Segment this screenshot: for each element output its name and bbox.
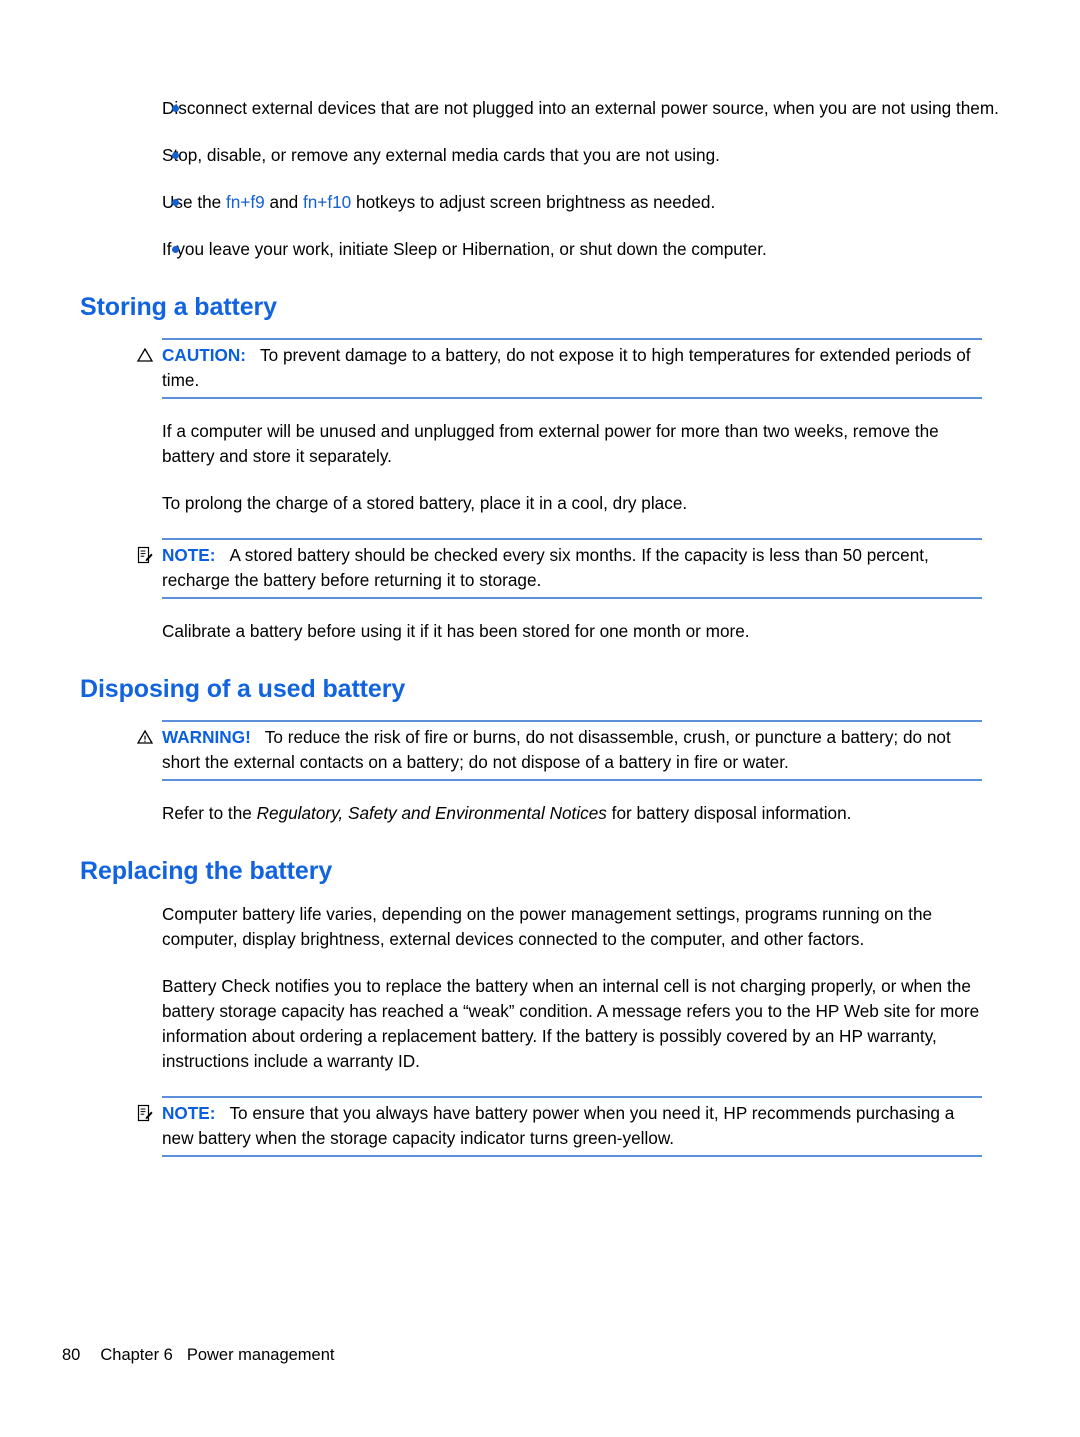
- section-storing-a-battery: Storing a battery: [80, 292, 1000, 322]
- note-admonition: NOTE: To ensure that you always have batt…: [80, 1096, 1000, 1157]
- caution-text: To prevent damage to a battery, do not e…: [162, 345, 971, 390]
- body-paragraph: Calibrate a battery before using it if i…: [162, 621, 750, 641]
- section-heading: Storing a battery: [80, 293, 277, 321]
- note-label: NOTE:: [162, 545, 216, 565]
- list-item: Use the fn+f9 and fn+f10 hotkeys to adju…: [80, 190, 1000, 215]
- admonition-rule-bottom: [162, 779, 982, 781]
- chapter-title: Power management: [186, 1346, 335, 1364]
- caution-label: CAUTION:: [162, 345, 247, 365]
- hotkey-text-mid: and: [264, 192, 303, 212]
- caution-triangle-icon: [135, 345, 155, 365]
- note-pad-pencil-icon: [135, 1103, 155, 1123]
- section-replacing-the-battery: Replacing the battery: [80, 856, 1000, 886]
- bullet-dot-icon: [172, 246, 179, 253]
- note-label: NOTE:: [162, 1103, 216, 1123]
- note-text: A stored battery should be checked every…: [162, 545, 929, 590]
- referenced-document-title: Regulatory, Safety and Environmental Not…: [256, 803, 607, 823]
- list-item-text: If you leave your work, initiate Sleep o…: [162, 239, 767, 259]
- warning-triangle-icon: [135, 727, 155, 747]
- list-item-text: Disconnect external devices that are not…: [162, 98, 999, 118]
- note-pad-pencil-icon: [135, 545, 155, 565]
- section-heading: Disposing of a used battery: [80, 675, 406, 703]
- bullet-dot-icon: [172, 105, 179, 112]
- hotkey-text-after: hotkeys to adjust screen brightness as n…: [351, 192, 716, 212]
- section-heading: Replacing the battery: [80, 857, 333, 885]
- body-paragraph: Computer battery life varies, depending …: [162, 904, 933, 949]
- body-paragraph: Battery Check notifies you to replace th…: [162, 976, 980, 1071]
- admonition-rule-top: [162, 720, 982, 722]
- admonition-rule-top: [162, 338, 982, 340]
- warning-body: WARNING! To reduce the risk of fire or bu…: [162, 725, 982, 775]
- chapter-number: Chapter 6: [100, 1346, 173, 1364]
- body-paragraph: To prolong the charge of a stored batter…: [162, 493, 688, 513]
- page-number: 80: [62, 1346, 81, 1364]
- hotkey-fn-f9: fn+f9: [226, 192, 265, 212]
- admonition-rule-top: [162, 1096, 982, 1098]
- admonition-rule-bottom: [162, 1155, 982, 1157]
- caution-admonition: CAUTION: To prevent damage to a battery, …: [80, 338, 1000, 399]
- refer-text-after: for battery disposal information.: [606, 803, 852, 823]
- admonition-rule-bottom: [162, 597, 982, 599]
- body-paragraph: If a computer will be unused and unplugg…: [162, 421, 939, 466]
- note-text: To ensure that you always have battery p…: [162, 1103, 955, 1148]
- warning-admonition: WARNING! To reduce the risk of fire or bu…: [80, 720, 1000, 781]
- note-body: NOTE: A stored battery should be checked …: [162, 543, 982, 593]
- list-item: If you leave your work, initiate Sleep o…: [80, 237, 1000, 262]
- refer-paragraph: Refer to the Regulatory, Safety and Envi…: [162, 801, 992, 826]
- note-body: NOTE: To ensure that you always have batt…: [162, 1101, 982, 1151]
- list-item: Disconnect external devices that are not…: [80, 96, 1000, 121]
- section-disposing-of-a-used-battery: Disposing of a used battery: [80, 674, 1000, 704]
- bullet-dot-icon: [172, 152, 179, 159]
- admonition-rule-bottom: [162, 397, 982, 399]
- tips-bullet-list: Disconnect external devices that are not…: [80, 96, 1000, 262]
- refer-text-before: Refer to the: [162, 803, 257, 823]
- page-footer: 80 Chapter 6 Power management: [62, 1345, 335, 1365]
- note-admonition: NOTE: A stored battery should be checked …: [80, 538, 1000, 599]
- list-item: Stop, disable, or remove any external me…: [80, 143, 1000, 168]
- caution-body: CAUTION: To prevent damage to a battery, …: [162, 343, 982, 393]
- hotkey-fn-f10: fn+f10: [302, 192, 352, 212]
- bullet-dot-icon: [172, 199, 179, 206]
- warning-text: To reduce the risk of fire or burns, do …: [162, 727, 951, 772]
- list-item-text: Stop, disable, or remove any external me…: [162, 145, 720, 165]
- document-page: Disconnect external devices that are not…: [0, 0, 1080, 1437]
- admonition-rule-top: [162, 538, 982, 540]
- warning-label: WARNING!: [162, 727, 251, 747]
- page-content: Disconnect external devices that are not…: [80, 96, 1000, 1177]
- list-item-text: Use the fn+f9 and fn+f10 hotkeys to adju…: [162, 190, 1000, 215]
